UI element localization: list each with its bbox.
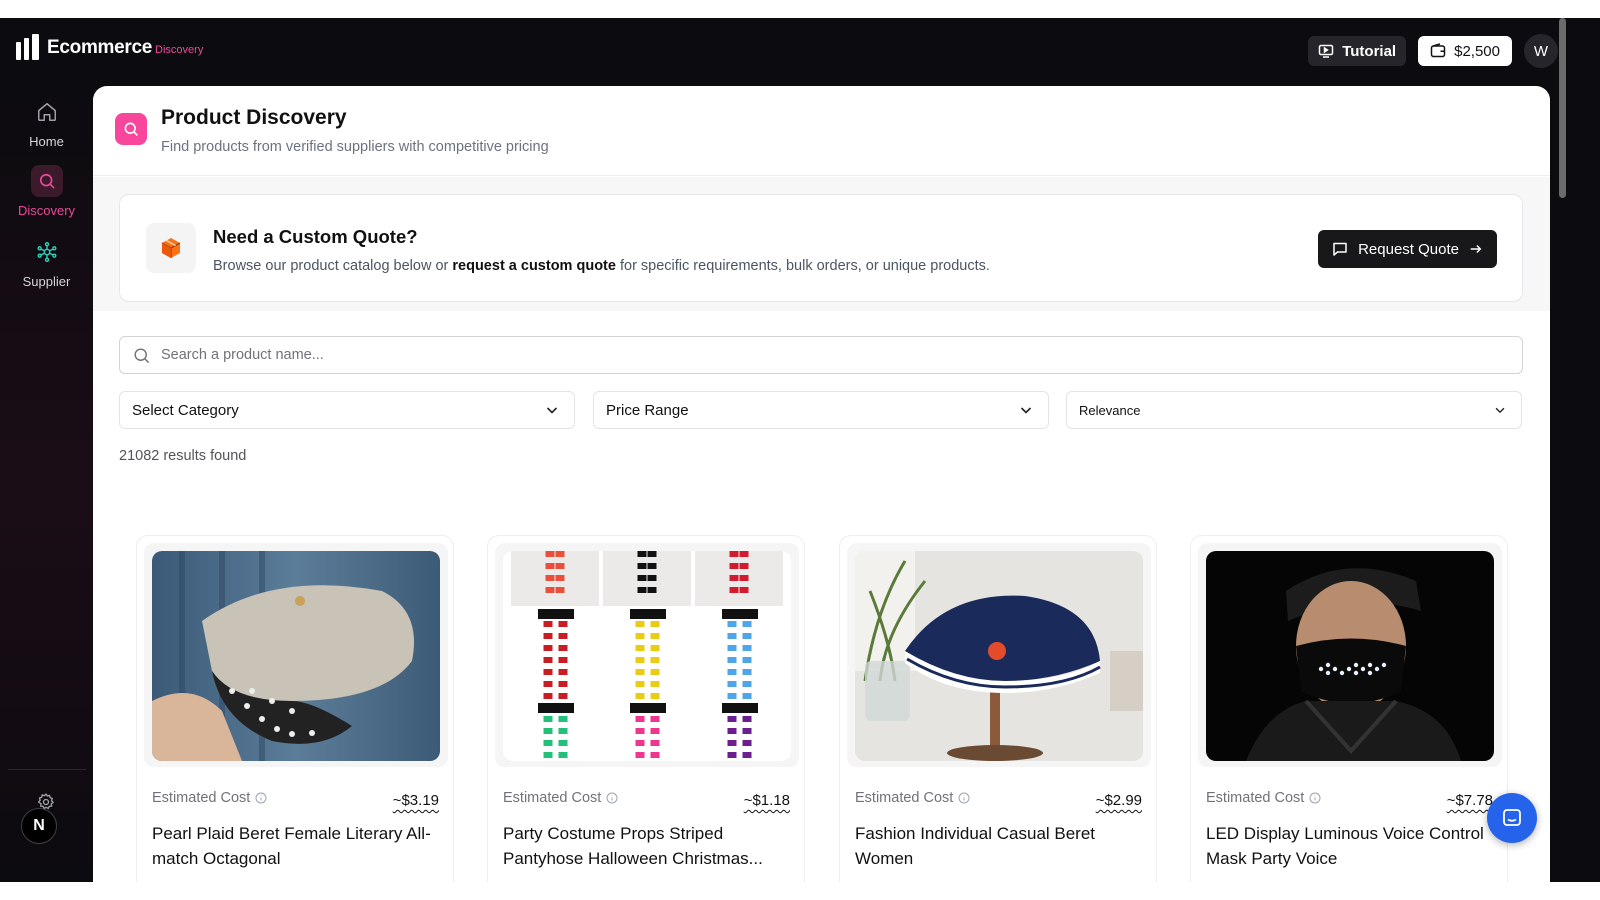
request-quote-label: Request Quote xyxy=(1358,240,1459,258)
video-icon xyxy=(1318,44,1334,58)
page-header: Product Discovery Find products from ver… xyxy=(93,86,1550,176)
chevron-down-icon xyxy=(546,407,558,414)
estimated-cost-label: Estimated Cost xyxy=(503,790,618,806)
quote-description: Browse our product catalog below or requ… xyxy=(213,258,990,274)
sidebar-item-supplier[interactable]: Supplier xyxy=(0,236,93,289)
arrow-right-icon xyxy=(1470,245,1482,253)
sidebar-item-discovery[interactable]: Discovery xyxy=(0,165,93,218)
chat-icon xyxy=(1503,809,1521,826)
product-image[interactable] xyxy=(152,551,440,761)
page-scrollbar[interactable] xyxy=(1559,18,1566,198)
product-card[interactable]: Estimated Cost ~$2.99 Fashion Individual… xyxy=(839,535,1157,882)
quote-text-emphasis: request a custom quote xyxy=(452,258,616,274)
sidebar-divider xyxy=(8,769,86,770)
category-select-value: Select Category xyxy=(132,401,239,419)
product-image[interactable] xyxy=(855,551,1143,761)
sidebar-item-label: Discovery xyxy=(17,203,76,218)
price-range-select[interactable]: Price Range xyxy=(593,391,1049,429)
search-icon xyxy=(39,173,55,189)
app-name: Ecommerce xyxy=(47,37,153,58)
app-sub-name: Discovery xyxy=(155,44,204,56)
product-image[interactable] xyxy=(503,551,791,761)
quote-text-end: for specific requirements, bulk orders, … xyxy=(615,258,990,274)
top-bar: Ecommerce Discovery Tutorial $2,500 W xyxy=(0,18,1600,86)
user-avatar[interactable]: W xyxy=(1524,34,1558,68)
sidebar-item-label: Home xyxy=(29,134,64,149)
estimated-cost-text: Estimated Cost xyxy=(152,790,251,806)
app-window: Ecommerce Discovery Tutorial $2,500 W Ho… xyxy=(0,18,1600,882)
page-subtitle: Find products from verified suppliers wi… xyxy=(161,139,549,155)
custom-quote-card: Need a Custom Quote? Browse our product … xyxy=(119,194,1523,302)
category-select[interactable]: Select Category xyxy=(119,391,575,429)
quote-text-start: Browse our product catalog below or xyxy=(213,258,453,274)
product-title[interactable]: Pearl Plaid Beret Female Literary All-ma… xyxy=(152,821,442,871)
product-price: ~$1.18 xyxy=(743,792,790,809)
estimated-cost-text: Estimated Cost xyxy=(503,790,602,806)
estimated-cost-label: Estimated Cost xyxy=(1206,790,1321,806)
chevron-down-icon xyxy=(1020,407,1032,414)
page-title: Product Discovery xyxy=(161,106,347,129)
request-quote-button[interactable]: Request Quote xyxy=(1318,230,1497,268)
sidebar: Home Discovery Supplier N xyxy=(0,86,93,882)
notification-badge[interactable]: N xyxy=(21,808,57,844)
wallet-icon xyxy=(1430,43,1446,58)
app-logo[interactable]: Ecommerce Discovery xyxy=(16,34,204,60)
info-icon[interactable] xyxy=(255,792,267,804)
sort-select[interactable]: Relevance xyxy=(1066,391,1522,429)
estimated-cost-label: Estimated Cost xyxy=(152,790,267,806)
estimated-cost-text: Estimated Cost xyxy=(1206,790,1305,806)
message-icon xyxy=(1333,242,1347,256)
info-icon[interactable] xyxy=(958,792,970,804)
wallet-balance-button[interactable]: $2,500 xyxy=(1418,36,1512,66)
search-icon xyxy=(134,347,150,363)
estimated-cost-label: Estimated Cost xyxy=(855,790,970,806)
tutorial-label: Tutorial xyxy=(1342,42,1397,60)
product-price: ~$3.19 xyxy=(392,792,439,809)
product-price: ~$2.99 xyxy=(1095,792,1142,809)
package-icon xyxy=(146,223,196,273)
product-title[interactable]: Fashion Individual Casual Beret Women xyxy=(855,821,1145,871)
product-card[interactable]: Estimated Cost ~$1.18 Party Costume Prop… xyxy=(487,535,805,882)
product-price: ~$7.78 xyxy=(1446,792,1493,809)
main-content: Product Discovery Find products from ver… xyxy=(93,86,1550,882)
chat-support-button[interactable] xyxy=(1487,793,1537,843)
product-search[interactable] xyxy=(119,336,1523,374)
estimated-cost-text: Estimated Cost xyxy=(855,790,954,806)
product-title[interactable]: LED Display Luminous Voice Control Mask … xyxy=(1206,821,1496,871)
balance-amount: $2,500 xyxy=(1454,42,1500,60)
quote-title: Need a Custom Quote? xyxy=(213,226,418,247)
product-image[interactable] xyxy=(1206,551,1494,761)
info-icon[interactable] xyxy=(606,792,618,804)
home-icon xyxy=(37,103,56,121)
product-card[interactable]: Estimated Cost ~$7.78 LED Display Lumino… xyxy=(1190,535,1508,882)
price-range-select-value: Price Range xyxy=(606,401,689,419)
sidebar-item-label: Supplier xyxy=(22,274,71,289)
chevron-down-icon xyxy=(1495,407,1505,414)
tutorial-button[interactable]: Tutorial xyxy=(1308,36,1407,66)
discovery-badge xyxy=(115,113,147,145)
search-icon xyxy=(124,122,138,136)
results-count: 21082 results found xyxy=(119,448,247,464)
product-title[interactable]: Party Costume Props Striped Pantyhose Ha… xyxy=(503,821,793,871)
search-input[interactable] xyxy=(161,347,1461,363)
product-card[interactable]: Estimated Cost ~$3.19 Pearl Plaid Beret … xyxy=(136,535,454,882)
sidebar-item-home[interactable]: Home xyxy=(0,96,93,149)
logo-icon xyxy=(16,34,39,60)
info-icon[interactable] xyxy=(1309,792,1321,804)
network-icon xyxy=(37,242,56,262)
sort-select-value: Relevance xyxy=(1079,402,1141,418)
